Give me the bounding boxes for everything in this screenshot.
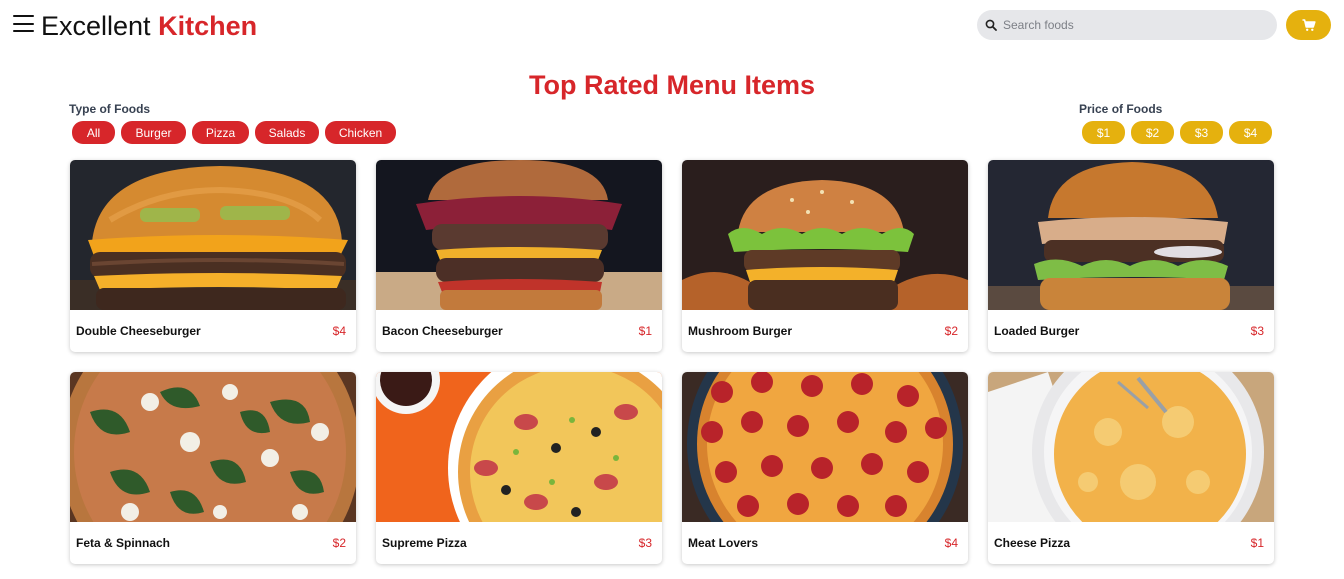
item-price: $4 xyxy=(944,536,958,550)
item-price: $1 xyxy=(1250,536,1264,550)
menu-card[interactable]: Loaded Burger $3 xyxy=(988,160,1274,352)
brand-logo[interactable]: Excellent Kitchen xyxy=(41,9,257,43)
price-filter-group: $1 $2 $3 $4 xyxy=(1082,121,1272,144)
item-name: Mushroom Burger xyxy=(688,324,793,338)
item-name: Supreme Pizza xyxy=(382,536,467,550)
search-bar[interactable] xyxy=(977,10,1277,40)
price-filter-label: Price of Foods xyxy=(1079,102,1163,116)
brand-name: Excellent xyxy=(41,11,151,41)
cart-button[interactable] xyxy=(1286,10,1331,40)
menu-card[interactable]: Bacon Cheeseburger $1 xyxy=(376,160,662,352)
food-image xyxy=(70,160,356,310)
menu-card[interactable]: Feta & Spinnach $2 xyxy=(70,372,356,564)
price-filter-2[interactable]: $2 xyxy=(1131,121,1174,144)
search-input[interactable] xyxy=(1003,18,1253,32)
food-image xyxy=(682,160,968,310)
item-price: $3 xyxy=(1250,324,1264,338)
food-image xyxy=(70,372,356,522)
menu-card[interactable]: Double Cheeseburger $4 xyxy=(70,160,356,352)
price-filter-3[interactable]: $3 xyxy=(1180,121,1223,144)
item-name: Bacon Cheeseburger xyxy=(382,324,503,338)
brand-name-accent: Kitchen xyxy=(158,11,258,41)
type-filter-chicken[interactable]: Chicken xyxy=(325,121,396,144)
shopping-cart-icon xyxy=(1302,18,1316,31)
type-filter-pizza[interactable]: Pizza xyxy=(192,121,249,144)
type-filter-label: Type of Foods xyxy=(69,102,151,116)
page-title: Top Rated Menu Items xyxy=(528,70,816,100)
food-image xyxy=(988,372,1274,522)
type-filter-all[interactable]: All xyxy=(72,121,115,144)
item-name: Loaded Burger xyxy=(994,324,1080,338)
item-price: $2 xyxy=(332,536,346,550)
hamburger-menu-icon[interactable] xyxy=(13,15,34,32)
item-price: $2 xyxy=(944,324,958,338)
menu-card[interactable]: Meat Lovers $4 xyxy=(682,372,968,564)
item-price: $4 xyxy=(332,324,346,338)
item-name: Feta & Spinnach xyxy=(76,536,171,550)
menu-card[interactable]: Cheese Pizza $1 xyxy=(988,372,1274,564)
item-price: $1 xyxy=(638,324,652,338)
type-filter-group: All Burger Pizza Salads Chicken xyxy=(72,121,396,144)
item-price: $3 xyxy=(638,536,652,550)
food-image xyxy=(376,372,662,522)
price-filter-1[interactable]: $1 xyxy=(1082,121,1125,144)
search-icon xyxy=(985,19,997,31)
menu-card[interactable]: Supreme Pizza $3 xyxy=(376,372,662,564)
item-name: Cheese Pizza xyxy=(994,536,1071,550)
item-name: Double Cheeseburger xyxy=(76,324,201,338)
type-filter-burger[interactable]: Burger xyxy=(121,121,186,144)
item-name: Meat Lovers xyxy=(688,536,759,550)
menu-card[interactable]: Mushroom Burger $2 xyxy=(682,160,968,352)
type-filter-salads[interactable]: Salads xyxy=(255,121,319,144)
food-image xyxy=(682,372,968,522)
price-filter-4[interactable]: $4 xyxy=(1229,121,1272,144)
food-image xyxy=(988,160,1274,310)
food-image xyxy=(376,160,662,310)
